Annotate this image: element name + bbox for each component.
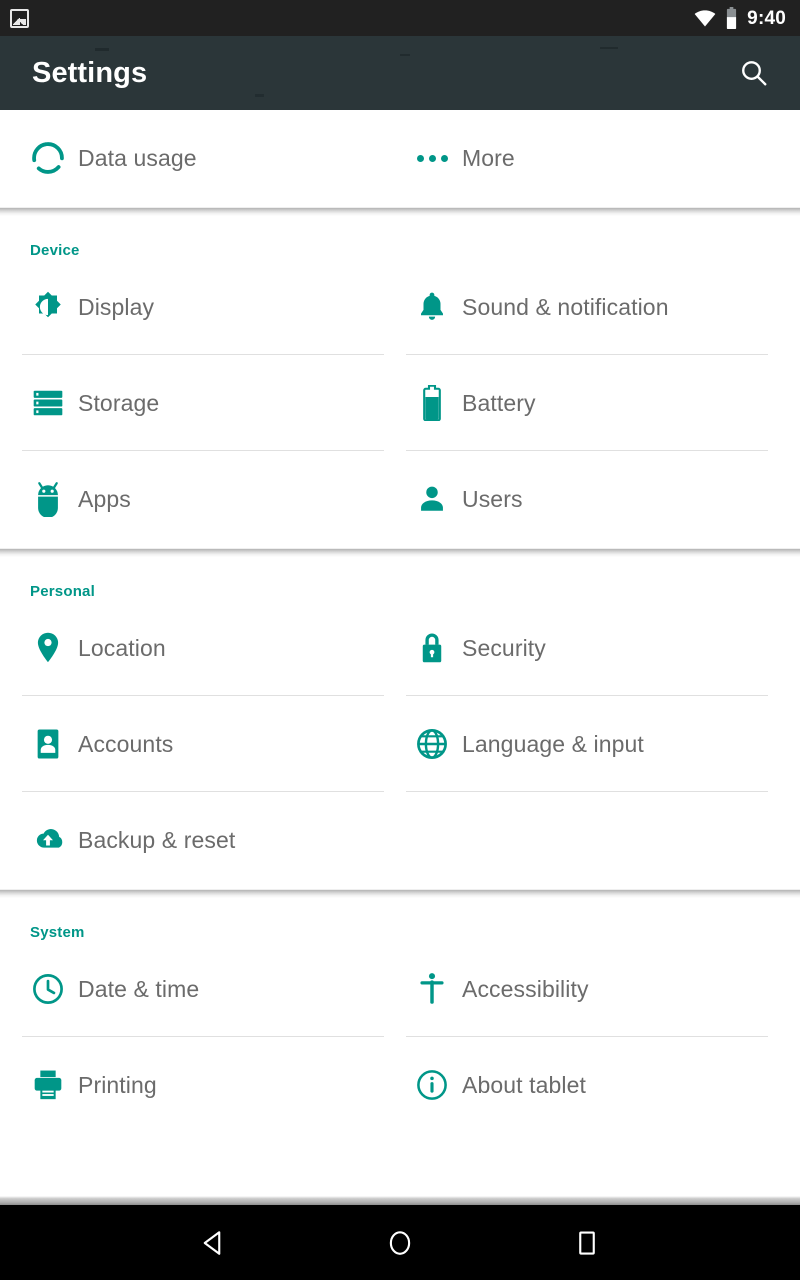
settings-row-label: Printing: [78, 1071, 157, 1098]
bell-icon: [404, 290, 460, 324]
settings-row-label: Accessibility: [462, 975, 589, 1002]
section-divider: [0, 547, 800, 557]
printer-icon: [20, 1068, 76, 1102]
storage-icon: [20, 388, 76, 418]
settings-row-label: Backup & reset: [78, 826, 236, 853]
settings-row-language-input[interactable]: Language & input: [400, 696, 800, 792]
home-icon: [385, 1228, 415, 1258]
section-device: Device Display Sound & notification Stor…: [0, 216, 800, 547]
section-wireless-rows: Data usage More: [0, 110, 800, 206]
settings-row-accounts[interactable]: Accounts: [0, 696, 400, 792]
settings-row-data-usage[interactable]: Data usage: [0, 110, 400, 206]
settings-row-backup-reset[interactable]: Backup & reset: [0, 792, 400, 888]
search-icon: [739, 58, 769, 88]
settings-row-users[interactable]: Users: [400, 451, 800, 547]
lock-icon: [404, 631, 460, 665]
section-system: System Date & time Accessibility Printin…: [0, 898, 800, 1133]
settings-row-display[interactable]: Display: [0, 259, 400, 355]
home-button[interactable]: [368, 1211, 432, 1275]
photo-icon: [10, 8, 29, 28]
settings-row-label: Location: [78, 634, 166, 661]
section-device-rows: Display Sound & notification Storage Bat…: [0, 259, 800, 547]
settings-row-label: Apps: [78, 485, 131, 512]
android-robot-icon: [20, 481, 76, 517]
settings-row-label: Battery: [462, 389, 536, 416]
recents-button[interactable]: [555, 1211, 619, 1275]
status-bar-notifications: [10, 8, 694, 28]
settings-row-location[interactable]: Location: [0, 600, 400, 696]
status-bar: 9:40: [0, 0, 800, 36]
section-personal-rows: Location Security Accounts Language & in…: [0, 600, 800, 888]
settings-row-label: About tablet: [462, 1071, 586, 1098]
settings-row-more[interactable]: More: [400, 110, 800, 206]
settings-row-printing[interactable]: Printing: [0, 1037, 400, 1133]
settings-row-label: Storage: [78, 389, 160, 416]
section-wireless: Data usage More: [0, 110, 800, 206]
search-button[interactable]: [732, 51, 776, 95]
settings-list[interactable]: Data usage More Device Display Sound & n…: [0, 110, 800, 1196]
settings-row-label: More: [462, 144, 515, 171]
cloud-upload-icon: [20, 825, 76, 855]
settings-row-storage[interactable]: Storage: [0, 355, 400, 451]
more-dots-icon: [404, 154, 460, 162]
section-header-device: Device: [30, 242, 80, 259]
navigation-bar: [0, 1205, 800, 1280]
section-personal: Personal Location Security Accounts Lang…: [0, 557, 800, 888]
clock-icon: [20, 972, 76, 1006]
settings-row-sound-notification[interactable]: Sound & notification: [400, 259, 800, 355]
settings-screen: 9:40 Settings Data usage More Device Dis…: [0, 0, 800, 1280]
action-bar: Settings: [0, 36, 800, 110]
person-icon: [404, 482, 460, 516]
account-card-icon: [20, 727, 76, 761]
section-header-personal: Personal: [30, 583, 95, 600]
section-divider: [0, 888, 800, 898]
settings-row-label: Security: [462, 634, 546, 661]
section-divider: [0, 206, 800, 216]
settings-row-label: Date & time: [78, 975, 200, 1002]
status-bar-clock: 9:40: [747, 7, 786, 29]
accessibility-icon: [404, 971, 460, 1007]
info-icon: [404, 1068, 460, 1102]
settings-row-battery[interactable]: Battery: [400, 355, 800, 451]
settings-row-label: Data usage: [78, 144, 197, 171]
settings-row-accessibility[interactable]: Accessibility: [400, 941, 800, 1037]
settings-row-security[interactable]: Security: [400, 600, 800, 696]
settings-row-label: Accounts: [78, 730, 174, 757]
settings-row-empty: [400, 792, 800, 888]
settings-row-label: Language & input: [462, 730, 644, 757]
content-bottom-edge: [0, 1196, 800, 1205]
settings-row-about-tablet[interactable]: About tablet: [400, 1037, 800, 1133]
settings-row-label: Sound & notification: [462, 293, 669, 320]
page-title: Settings: [32, 56, 148, 89]
globe-icon: [404, 727, 460, 761]
back-button[interactable]: [181, 1211, 245, 1275]
battery-icon: [404, 385, 460, 421]
wifi-icon: [694, 9, 716, 27]
section-system-rows: Date & time Accessibility Printing About…: [0, 941, 800, 1133]
back-icon: [198, 1228, 228, 1258]
section-header-system: System: [30, 924, 85, 941]
settings-row-date-time[interactable]: Date & time: [0, 941, 400, 1037]
recents-icon: [572, 1228, 602, 1258]
data-usage-icon: [20, 139, 76, 177]
settings-row-apps[interactable]: Apps: [0, 451, 400, 547]
location-pin-icon: [20, 630, 76, 666]
brightness-icon: [20, 289, 76, 325]
settings-row-label: Display: [78, 293, 155, 320]
battery-icon: [725, 7, 738, 29]
status-bar-system-icons: 9:40: [694, 7, 786, 29]
settings-row-label: Users: [462, 485, 523, 512]
